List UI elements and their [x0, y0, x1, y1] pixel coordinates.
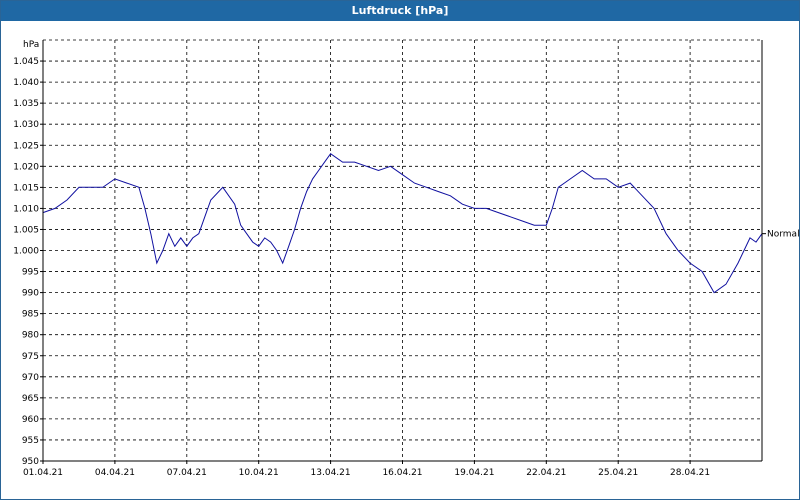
y-tick-label: 1.020 — [13, 162, 39, 172]
x-tick-label: 13.04.21 — [311, 468, 351, 478]
chart-window: Luftdruck [hPa] 950 955 960 965 970 975 980 985… — [0, 0, 800, 500]
x-tick-label: 25.04.21 — [598, 468, 638, 478]
normal-label: Normal — [767, 230, 799, 240]
y-tick-label: 995 — [22, 268, 39, 278]
x-axis-ticks: 01.04.21 04.04.21 07.04.21 10.04.21 13.04.21… — [23, 461, 710, 478]
reference-layer: Normal — [762, 230, 799, 240]
y-tick-label: 980 — [22, 331, 39, 341]
y-tick-label: 1.000 — [13, 247, 39, 257]
x-tick-label: 19.04.21 — [454, 468, 494, 478]
grid-lines — [43, 39, 762, 462]
y-tick-label: 1.015 — [13, 183, 39, 193]
y-tick-label: 1.035 — [13, 99, 39, 109]
y-tick-label: 1.005 — [13, 225, 39, 235]
x-tick-label: 04.04.21 — [95, 468, 135, 478]
y-tick-label: 1.025 — [13, 141, 39, 151]
y-tick-label: 990 — [22, 289, 39, 299]
pressure-chart: 950 955 960 965 970 975 980 985 990 995 1.000 1.005… — [13, 39, 799, 478]
y-tick-label: 965 — [22, 394, 39, 404]
pressure-series-line — [42, 153, 763, 294]
x-tick-label: 22.04.21 — [526, 468, 566, 478]
y-tick-label: 1.040 — [13, 78, 39, 88]
x-tick-label: 01.04.21 — [23, 468, 63, 478]
y-tick-label: 970 — [22, 373, 39, 383]
y-axis-label: hPa — [23, 40, 39, 50]
x-tick-label: 10.04.21 — [239, 468, 279, 478]
x-tick-label: 07.04.21 — [167, 468, 207, 478]
y-tick-label: 985 — [22, 310, 39, 320]
chart-title: Luftdruck [hPa] — [1, 1, 799, 21]
series-layer — [42, 153, 763, 294]
y-tick-label: 1.030 — [13, 120, 39, 130]
x-tick-label: 28.04.21 — [670, 468, 710, 478]
y-tick-label: 960 — [22, 415, 39, 425]
y-axis-ticks: 950 955 960 965 970 975 980 985 990 995 1.000 1.005… — [13, 57, 43, 467]
y-tick-label: 975 — [22, 352, 39, 362]
y-tick-label: 1.045 — [13, 57, 39, 67]
y-tick-label: 1.010 — [13, 204, 39, 214]
y-tick-label: 955 — [22, 436, 39, 446]
x-tick-label: 16.04.21 — [382, 468, 422, 478]
y-tick-label: 950 — [22, 457, 39, 467]
